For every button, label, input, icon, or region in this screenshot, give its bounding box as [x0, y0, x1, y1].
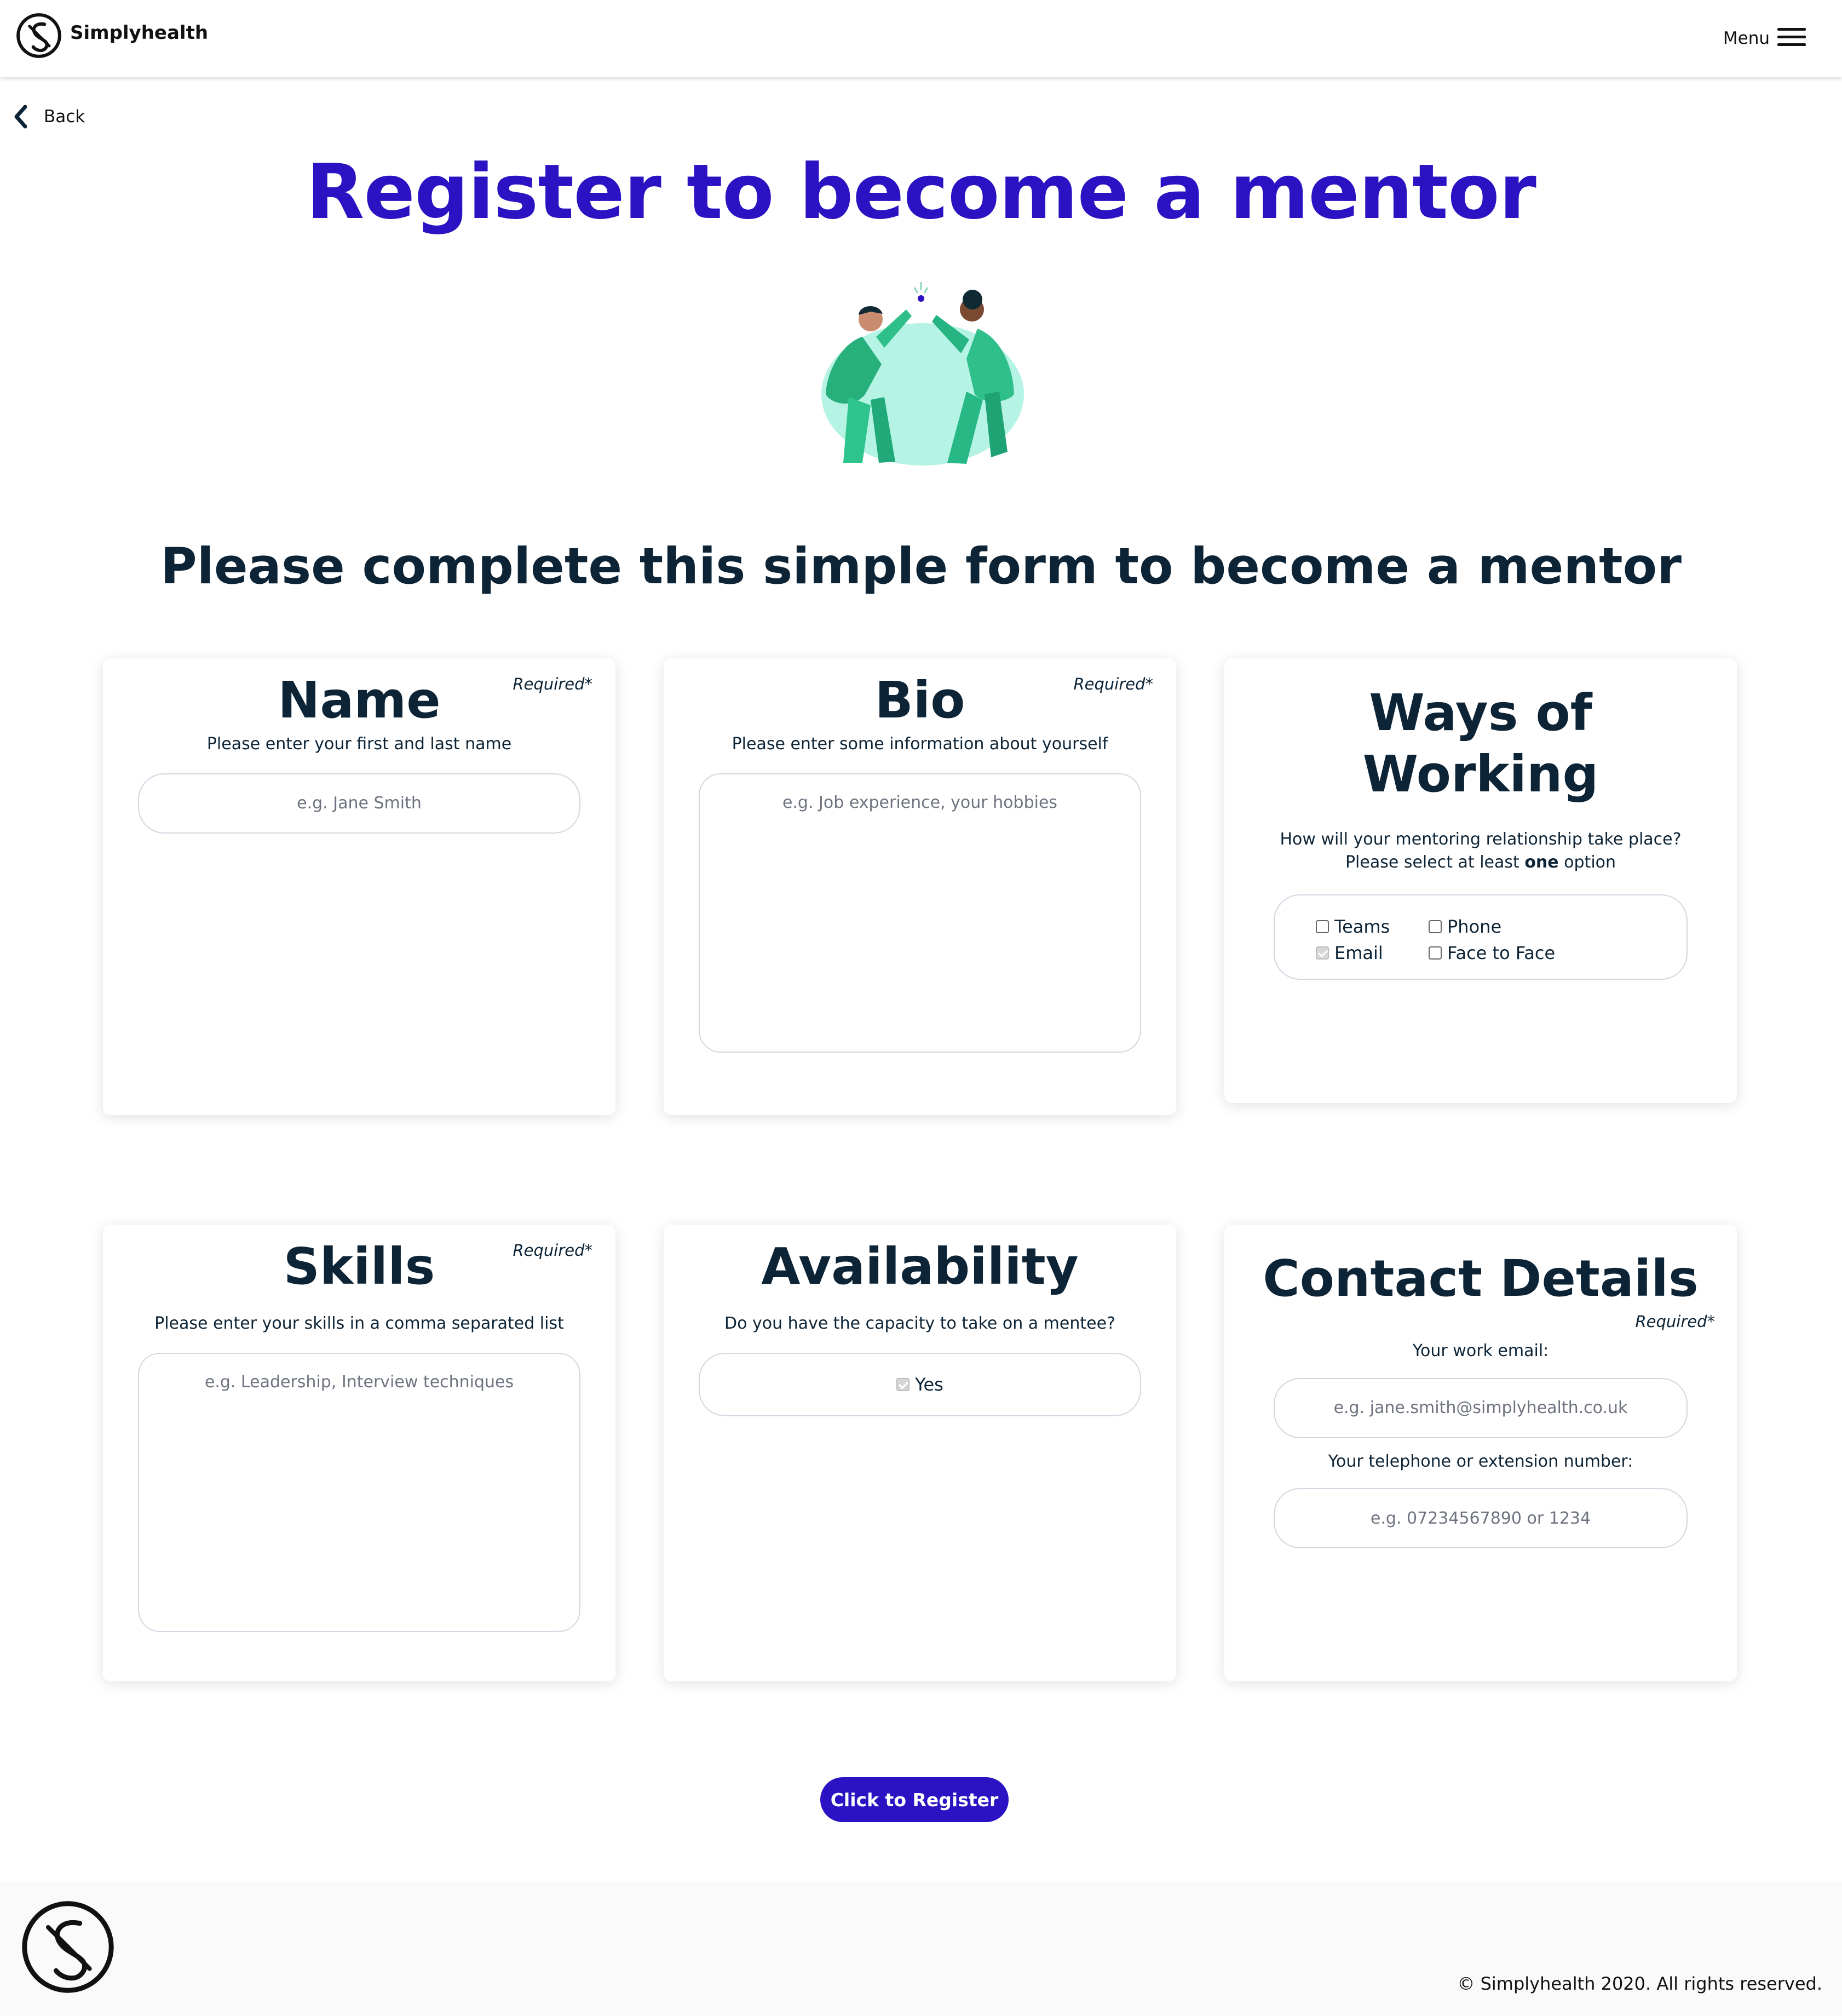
skills-placeholder: e.g. Leadership, Interview techniques: [204, 1372, 514, 1392]
option-face-to-face[interactable]: Face to Face: [1429, 943, 1593, 963]
skills-textarea[interactable]: e.g. Leadership, Interview techniques: [138, 1352, 580, 1632]
name-placeholder: e.g. Jane Smith: [297, 794, 422, 813]
face-to-face-checkbox[interactable]: [1429, 946, 1442, 960]
option-teams[interactable]: Teams: [1316, 916, 1429, 937]
contact-details-card: Contact Details Required* Your work emai…: [1224, 1225, 1737, 1681]
option-label: Teams: [1334, 916, 1390, 938]
required-label: Required*: [1073, 675, 1153, 693]
name-input[interactable]: e.g. Jane Smith: [138, 773, 580, 834]
bio-placeholder: e.g. Job experience, your hobbies: [782, 792, 1058, 812]
bio-description: Please enter some information about your…: [732, 734, 1108, 754]
email-placeholder: e.g. jane.smith@simplyhealth.co.uk: [1333, 1398, 1628, 1418]
ways-of-working-card: Ways of Working How will your mentoring …: [1224, 658, 1737, 1103]
menu-label[interactable]: Menu: [1723, 28, 1770, 48]
contact-title: Contact Details: [1263, 1249, 1699, 1308]
option-label: Face to Face: [1447, 943, 1556, 964]
phone-label: Your telephone or extension number:: [1328, 1451, 1633, 1471]
ways-title-line1: Ways of: [1369, 684, 1592, 742]
name-description: Please enter your first and last name: [206, 734, 512, 754]
phone-placeholder: e.g. 07234567890 or 1234: [1370, 1508, 1591, 1528]
email-label: Your work email:: [1412, 1341, 1549, 1361]
option-email[interactable]: Email: [1316, 943, 1429, 963]
ways-instruction-bold: one: [1524, 852, 1559, 872]
simplyhealth-logo-icon[interactable]: [15, 12, 62, 59]
bio-card: Required* Bio Please enter some informat…: [664, 658, 1176, 1115]
ways-question: How will your mentoring relationship tak…: [1280, 830, 1682, 849]
form-subtitle: Please complete this simple form to beco…: [160, 538, 1682, 595]
back-link[interactable]: Back: [12, 104, 85, 129]
ways-instruction-post: option: [1558, 852, 1616, 872]
copyright-text: © Simplyhealth 2020. All rights reserved…: [1457, 1973, 1822, 1994]
required-label: Required*: [513, 1241, 592, 1260]
work-email-input[interactable]: e.g. jane.smith@simplyhealth.co.uk: [1274, 1377, 1688, 1438]
brand-name[interactable]: Simplyhealth: [70, 22, 208, 44]
ways-options-box: Teams Phone Email Face to Face: [1274, 894, 1688, 980]
phone-input[interactable]: e.g. 07234567890 or 1234: [1274, 1488, 1688, 1549]
mentors-high-five-illustration: [821, 282, 1024, 466]
availability-title: Availability: [761, 1237, 1079, 1296]
ways-title-line2: Working: [1362, 745, 1599, 804]
availability-question: Do you have the capacity to take on a me…: [724, 1314, 1115, 1334]
yes-checkbox[interactable]: [896, 1377, 910, 1391]
ways-title: Ways of Working: [1224, 658, 1737, 805]
option-label: Yes: [915, 1374, 943, 1395]
option-yes[interactable]: Yes: [896, 1374, 943, 1395]
page-title: Register to become a mentor: [306, 148, 1536, 236]
site-header: Simplyhealth Menu: [0, 0, 1842, 77]
bio-title: Bio: [874, 671, 965, 730]
skills-card: Required* Skills Please enter your skill…: [103, 1225, 615, 1681]
hamburger-menu-icon[interactable]: [1777, 28, 1806, 47]
chevron-left-icon: [14, 105, 27, 129]
register-button[interactable]: Click to Register: [820, 1777, 1009, 1822]
availability-card: Availability Do you have the capacity to…: [664, 1225, 1176, 1681]
skills-title: Skills: [283, 1237, 435, 1296]
site-footer: © Simplyhealth 2020. All rights reserved…: [0, 1881, 1842, 2016]
ways-instruction: Please select at least one option: [1224, 851, 1737, 874]
name-title: Name: [278, 671, 441, 730]
back-label: Back: [44, 107, 85, 127]
email-checkbox[interactable]: [1316, 946, 1329, 960]
simplyhealth-logo-icon[interactable]: [19, 1898, 117, 1996]
option-phone[interactable]: Phone: [1429, 916, 1593, 937]
skills-description: Please enter your skills in a comma sepa…: [154, 1314, 564, 1334]
availability-option-box: Yes: [699, 1352, 1141, 1416]
required-label: Required*: [1635, 1312, 1715, 1331]
teams-checkbox[interactable]: [1316, 920, 1329, 934]
option-label: Email: [1334, 943, 1383, 964]
bio-textarea[interactable]: e.g. Job experience, your hobbies: [699, 773, 1141, 1053]
phone-checkbox[interactable]: [1429, 920, 1442, 934]
required-label: Required*: [513, 675, 592, 693]
option-label: Phone: [1447, 916, 1502, 938]
ways-instruction-pre: Please select at least: [1345, 852, 1525, 872]
name-card: Required* Name Please enter your first a…: [103, 658, 615, 1115]
